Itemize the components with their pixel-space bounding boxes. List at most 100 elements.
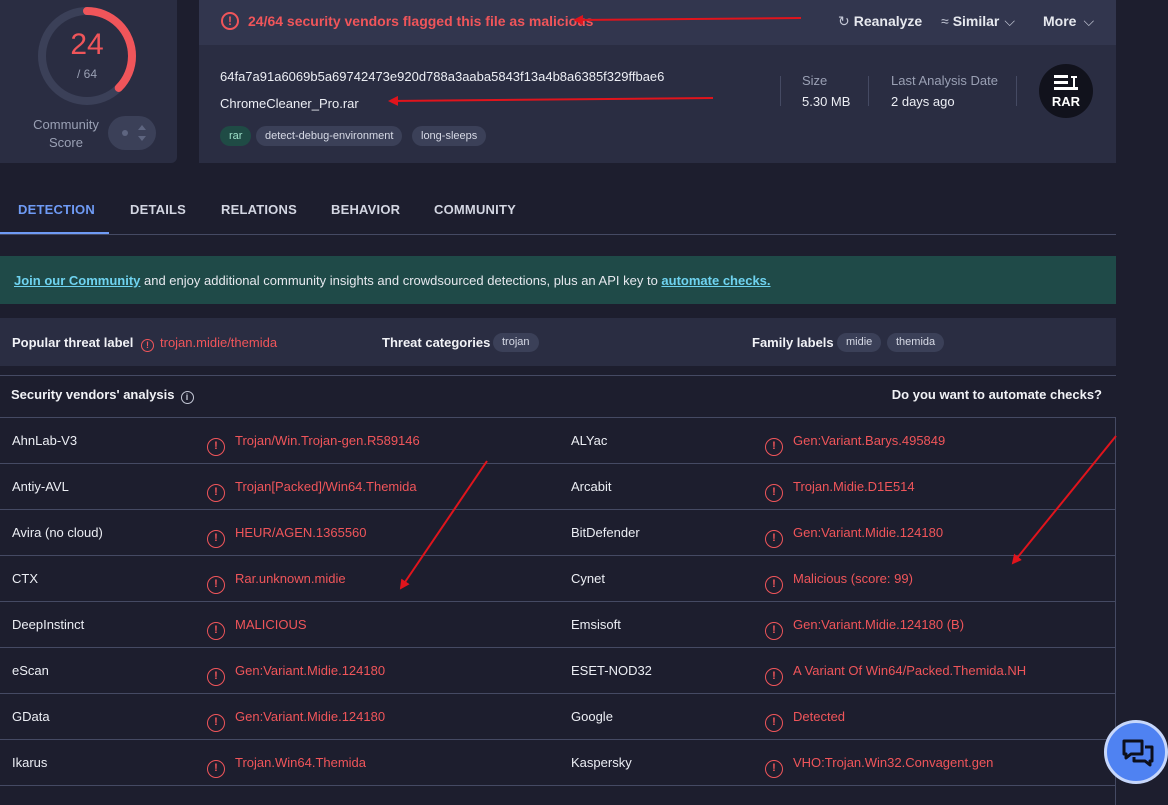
alert-circle-icon: !	[207, 530, 225, 548]
category-pill[interactable]: trojan	[493, 333, 539, 352]
vendor-name: Arcabit	[571, 479, 612, 494]
community-score-label: Community Score	[33, 117, 99, 150]
family-pill[interactable]: themida	[887, 333, 945, 352]
malicious-alert-bar: ! 24/64 security vendors flagged this fi…	[199, 0, 1116, 45]
info-icon[interactable]: i	[180, 391, 194, 404]
tag-rar[interactable]: rar	[220, 126, 252, 146]
vendor-row: GData ! Gen:Variant.Midie.124180 Google ! Det…	[0, 694, 1116, 740]
alert-circle-icon: !	[765, 438, 783, 456]
vendor-name: ALYac	[571, 433, 608, 448]
chevron-down-icon: ⌵	[1004, 13, 1016, 29]
detections-count: 24	[70, 28, 104, 61]
similar-icon: ≈	[941, 13, 949, 29]
alert-circle-icon: !	[207, 438, 225, 456]
size-value: 5.30 MB	[802, 94, 851, 109]
vendor-name: Avira (no cloud)	[12, 525, 103, 540]
tag-detect-debug-environment[interactable]: detect-debug-environment	[256, 126, 403, 146]
vendors-total: / 64	[76, 67, 97, 81]
report-tabs: DETECTION DETAILS RELATIONS BEHAVIOR COM…	[0, 187, 1116, 235]
vendor-name: Antiy-AVL	[12, 479, 69, 494]
alert-circle-icon: !	[207, 668, 225, 686]
chevron-down-icon: ⌵	[1083, 13, 1095, 29]
last-analysis-value: 2 days ago	[891, 94, 955, 109]
file-summary-panel: ! 24/64 security vendors flagged this fi…	[199, 0, 1116, 163]
alert-circle-icon: !	[207, 714, 225, 732]
alert-circle-icon: !	[765, 576, 783, 594]
vendor-name: Emsisoft	[571, 617, 621, 632]
vendor-result: ! Gen:Variant.Midie.124180	[207, 663, 385, 686]
more-button[interactable]: More ⌵	[1043, 13, 1098, 30]
upvote-icon[interactable]	[138, 125, 146, 130]
vendor-result: ! Trojan[Packed]/Win64.Themida	[207, 479, 417, 502]
vendors-table-header: Security vendors' analysis i Do you want …	[0, 376, 1116, 418]
size-label: Size	[802, 73, 828, 88]
divider	[1016, 76, 1017, 106]
vendor-row: CTX ! Rar.unknown.midie Cynet ! Malicious (sc…	[0, 556, 1116, 602]
vendor-name: CTX	[12, 571, 38, 586]
alert-circle-icon: !	[207, 576, 225, 594]
vendor-result: ! Trojan.Midie.D1E514	[765, 479, 915, 502]
file-hash[interactable]: 64fa7a91a6069b5a69742473e920d788a3aaba58…	[220, 69, 664, 84]
last-analysis-label: Last Analysis Date	[891, 73, 998, 88]
malicious-alert-text: 24/64 security vendors flagged this file…	[248, 13, 594, 29]
tab-behavior[interactable]: BEHAVIOR	[313, 187, 418, 234]
vendor-result: ! HEUR/AGEN.1365560	[207, 525, 367, 548]
threat-labels-row: Popular threat label ! trojan.midie/themi…	[0, 318, 1116, 366]
tag-long-sleeps[interactable]: long-sleeps	[412, 126, 487, 146]
vendor-name: DeepInstinct	[12, 617, 85, 632]
automate-checks-prompt[interactable]: Do you want to automate checks?	[892, 387, 1102, 402]
family-labels-label: Family labels	[752, 335, 834, 350]
alert-circle-icon: !	[141, 339, 154, 352]
detection-score-panel: 24 / 64 Community Score	[0, 0, 177, 163]
file-type-text: RAR	[1051, 94, 1081, 109]
chat-bubbles-icon	[1122, 739, 1154, 767]
alert-circle-icon: !	[765, 760, 783, 778]
popular-threat-label: Popular threat label	[12, 335, 134, 350]
tab-relations[interactable]: RELATIONS	[203, 187, 315, 234]
vendor-name: BitDefender	[571, 525, 640, 540]
alert-circle-icon: !	[765, 622, 783, 640]
tab-community[interactable]: COMMUNITY	[416, 187, 534, 234]
vendor-row: eScan ! Gen:Variant.Midie.124180 ESET-NOD32…	[0, 648, 1116, 694]
alert-circle-icon: !	[765, 668, 783, 686]
vendor-result: ! Gen:Variant.Barys.495849	[765, 433, 945, 456]
alert-circle-icon: !	[765, 530, 783, 548]
vendor-name: eScan	[12, 663, 49, 678]
reanalyze-button[interactable]: ↻ Reanalyze	[838, 13, 922, 30]
alert-circle-icon: !	[221, 12, 239, 30]
vendor-name: Kaspersky	[571, 755, 632, 770]
alert-circle-icon: !	[765, 714, 783, 732]
community-score-vote[interactable]	[108, 116, 156, 150]
vendor-row: DeepInstinct ! MALICIOUS Emsisoft ! Gen:Varia…	[0, 602, 1116, 648]
similar-button[interactable]: ≈ Similar ⌵	[941, 13, 1019, 30]
alert-circle-icon: !	[207, 760, 225, 778]
tab-detection[interactable]: DETECTION	[0, 187, 109, 234]
community-banner: Join our Community and enjoy additional …	[0, 256, 1116, 304]
vendor-result: ! Gen:Variant.Midie.124180	[765, 525, 943, 548]
vendor-row: Avira (no cloud) ! HEUR/AGEN.1365560 BitDef…	[0, 510, 1116, 556]
vendor-result: ! MALICIOUS	[207, 617, 307, 640]
archive-icon	[1054, 75, 1078, 90]
alert-circle-icon: !	[207, 484, 225, 502]
banner-text: Join our Community and enjoy additional …	[14, 273, 771, 288]
family-pill[interactable]: midie	[837, 333, 882, 352]
vendor-result: ! Detected	[765, 709, 845, 732]
vendor-result: ! Gen:Variant.Midie.124180 (B)	[765, 617, 964, 640]
popular-threat-value[interactable]: ! trojan.midie/themida	[141, 335, 277, 352]
vendor-result: ! A Variant Of Win64/Packed.Themida.NH	[765, 663, 1026, 686]
neutral-dot-icon	[122, 130, 128, 136]
vendor-name: Google	[571, 709, 613, 724]
join-community-link[interactable]: Join our Community	[14, 273, 140, 288]
vendor-result: ! Rar.unknown.midie	[207, 571, 346, 594]
vendor-result: ! Gen:Variant.Midie.124180	[207, 709, 385, 732]
file-name[interactable]: ChromeCleaner_Pro.rar	[220, 96, 359, 111]
vendor-row: Ikarus ! Trojan.Win64.Themida Kaspersky ! VHO…	[0, 740, 1116, 786]
vendor-row: Antiy-AVL ! Trojan[Packed]/Win64.Themida Ar…	[0, 464, 1116, 510]
vendor-name: GData	[12, 709, 50, 724]
divider	[780, 76, 781, 106]
downvote-icon[interactable]	[138, 136, 146, 141]
vendor-name: Ikarus	[12, 755, 48, 770]
automate-checks-link[interactable]: automate checks.	[661, 273, 770, 288]
chat-button[interactable]	[1104, 720, 1168, 784]
tab-details[interactable]: DETAILS	[112, 187, 204, 234]
